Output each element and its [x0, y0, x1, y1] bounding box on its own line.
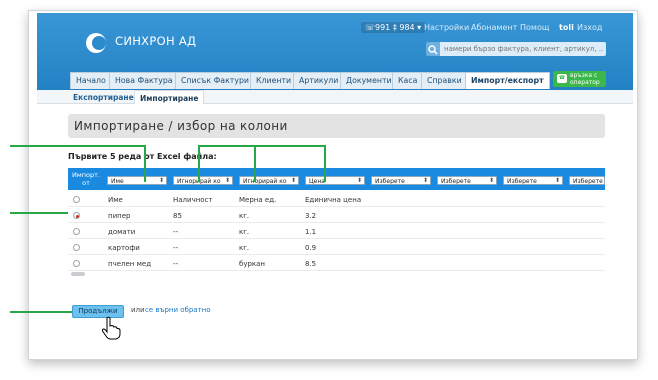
chevron-down-icon: ⬍ — [422, 177, 428, 184]
table-cell: -- — [173, 260, 179, 268]
chevron-down-icon: ⬍ — [356, 177, 362, 184]
column-select-3[interactable]: Игнорирай ко ⬍ — [239, 176, 299, 185]
chevron-down-icon: ⬍ — [488, 177, 494, 184]
tab-articles[interactable]: Артикули — [293, 72, 345, 89]
tab-documents[interactable]: Документи — [340, 72, 398, 89]
logo-icon — [86, 33, 106, 53]
table-cell: 8.5 — [305, 260, 317, 268]
table-cell: пчелен мед — [108, 260, 152, 268]
table-cell: 1.1 — [305, 228, 317, 236]
table-cell: Единична цена — [305, 196, 362, 204]
column-select-value: Изберете — [573, 178, 603, 185]
column-select-value: Цена — [309, 178, 325, 185]
logout-link[interactable]: Изход — [577, 23, 602, 32]
annotation-line — [10, 145, 146, 147]
go-back-link[interactable]: се върни обратно — [145, 306, 211, 314]
column-select-4[interactable]: Цена ⬍ — [305, 176, 365, 185]
column-select-6[interactable]: Изберете ⬍ — [437, 176, 497, 185]
tab-clients[interactable]: Клиенти — [250, 72, 298, 89]
table-cell: буркан — [239, 260, 265, 268]
brand-name: СИНХРОН АД — [115, 34, 197, 48]
annotation-line — [254, 145, 256, 182]
table-row — [68, 208, 605, 223]
table-cell: кг. — [239, 228, 250, 236]
chat-icon: ☎ — [557, 74, 567, 83]
subtab-import[interactable]: Импортиране — [134, 90, 205, 105]
column-select-8[interactable]: Изберете — [569, 176, 605, 185]
annotation-line — [10, 311, 72, 313]
column-select-2[interactable]: Игнорирай ко ⬍ — [173, 176, 233, 185]
table-cell: -- — [173, 228, 179, 236]
chat-label: връзка с оператор — [570, 72, 600, 86]
column-select-value: Игнорирай ко — [243, 178, 287, 185]
phone-selector[interactable]: ☏991 ‡ 984 ▾ — [361, 22, 426, 33]
annotation-line — [144, 145, 146, 182]
radio-row-3[interactable] — [73, 228, 80, 235]
help-link[interactable]: Помощ — [520, 23, 549, 32]
table-cell: кг. — [239, 244, 250, 252]
radio-row-2[interactable] — [73, 212, 80, 219]
column-select-value: Изберете — [441, 178, 471, 185]
tab-new-invoice[interactable]: Нова Фактура — [109, 72, 179, 89]
search-input[interactable] — [444, 42, 604, 56]
horizontal-scrollbar[interactable] — [71, 272, 85, 276]
import-column-label: Импорт. от — [72, 171, 100, 187]
hand-cursor-icon — [101, 316, 121, 340]
tab-invoice-list[interactable]: Списък Фактури — [175, 72, 255, 89]
radio-row-5[interactable] — [73, 260, 80, 267]
user-name[interactable]: toli — [559, 23, 574, 32]
table-cell: 3.2 — [305, 212, 317, 220]
tab-import-export[interactable]: Импорт/експорт — [465, 72, 550, 89]
column-select-value: Изберете — [507, 178, 537, 185]
top-header: СИНХРОН АД ☏991 ‡ 984 ▾ Настройки Абонам… — [37, 13, 633, 90]
annotation-line — [10, 212, 68, 214]
radio-row-4[interactable] — [73, 244, 80, 251]
chevron-down-icon: ⬍ — [554, 177, 560, 184]
subscription-link[interactable]: Абонамент — [471, 23, 517, 32]
tab-home[interactable]: Начало — [70, 72, 112, 89]
table-cell: домати — [108, 228, 136, 236]
column-select-7[interactable]: Изберете ⬍ — [503, 176, 563, 185]
table-cell: 0.9 — [305, 244, 317, 252]
table-cell: кг. — [239, 212, 250, 220]
radio-row-1[interactable] — [73, 196, 80, 203]
column-select-1[interactable]: Име ⬍ — [107, 176, 167, 185]
tab-reports[interactable]: Справки — [421, 72, 468, 89]
operator-chat-button[interactable]: ☎ връзка с оператор — [553, 71, 606, 87]
table-cell: Мерна ед. — [239, 196, 277, 204]
chevron-down-icon: ⬍ — [290, 177, 296, 184]
chevron-down-icon: ⬍ — [158, 177, 164, 184]
search-icon[interactable] — [426, 42, 440, 56]
subtab-export[interactable]: Експортиране — [68, 90, 139, 104]
table-row — [68, 240, 605, 255]
annotation-line — [198, 145, 326, 147]
column-select-value: Изберете — [375, 178, 405, 185]
table-cell: Име — [108, 196, 123, 204]
table-cell: пипер — [108, 212, 131, 220]
column-select-value: Име — [111, 178, 124, 185]
chevron-down-icon: ⬍ — [224, 177, 230, 184]
or-text: или — [131, 306, 145, 314]
annotation-line — [324, 145, 326, 182]
page-title: Импортиране / избор на колони — [74, 119, 288, 133]
settings-link[interactable]: Настройки — [424, 23, 469, 32]
table-cell: 85 — [173, 212, 182, 220]
table-cell: -- — [173, 244, 179, 252]
table-row — [68, 224, 605, 239]
preview-heading: Първите 5 реда от Excel файла: — [68, 152, 217, 161]
annotation-line — [198, 145, 200, 182]
column-select-5[interactable]: Изберете ⬍ — [371, 176, 431, 185]
tab-cash[interactable]: Каса — [392, 72, 424, 89]
table-cell: картофи — [108, 244, 140, 252]
search-box — [426, 42, 606, 56]
table-cell: Наличност — [173, 196, 213, 204]
